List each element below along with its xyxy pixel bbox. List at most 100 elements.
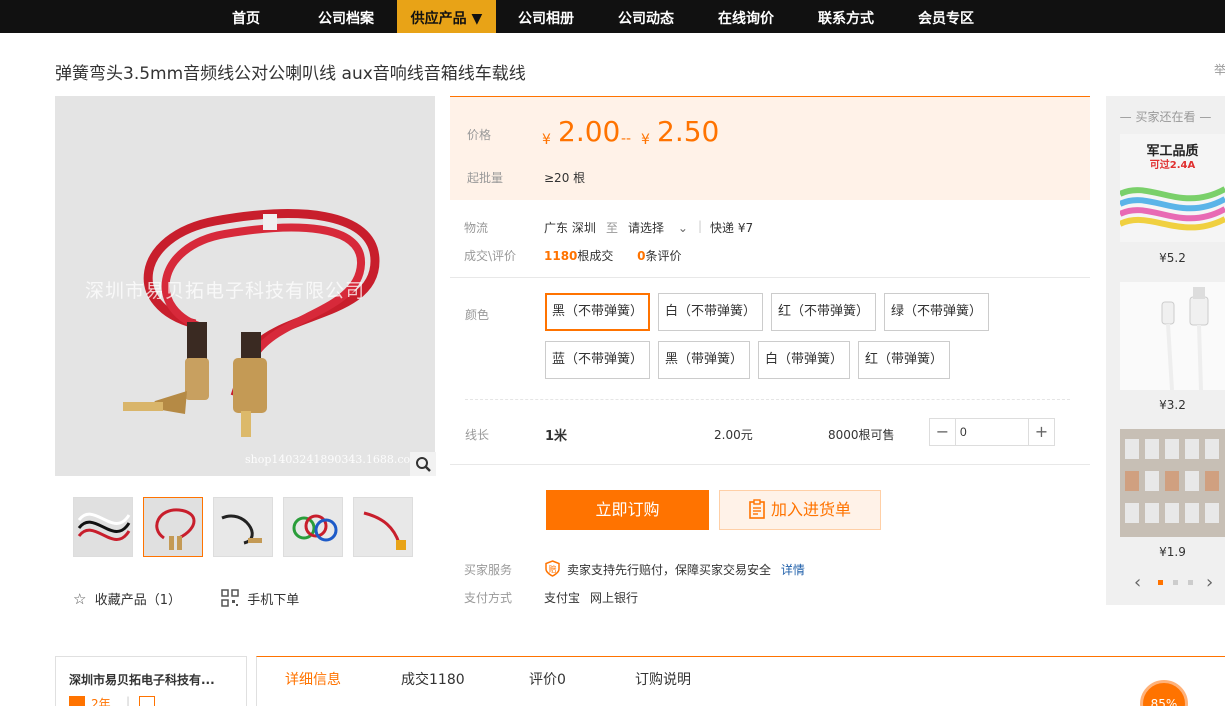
nav-news[interactable]: 公司动态 <box>606 0 686 33</box>
nav-products[interactable]: 供应产品 ▼ <box>397 0 496 33</box>
shop-code-watermark: shop1403241890343.1688.com <box>245 453 421 466</box>
side-title-text: 买家还在看 <box>1135 110 1196 124</box>
add-to-cart-label: 加入进货单 <box>770 500 851 519</box>
length-stock: 8000根可售 <box>828 428 895 442</box>
tab-transactions[interactable]: 成交1180 <box>401 669 465 689</box>
cables-image <box>1120 186 1225 231</box>
company-divider: | <box>126 695 131 706</box>
deals-count: 1180 <box>544 249 578 263</box>
nav-members[interactable]: 会员专区 <box>906 0 986 33</box>
destination-select-label: 请选择 <box>628 221 665 235</box>
color-option-7[interactable]: 白（带弹簧） <box>758 341 850 379</box>
thumbnail-5[interactable] <box>353 497 413 557</box>
payment-alipay: 支付宝 <box>544 591 581 605</box>
color-option-4[interactable]: 绿（不带弹簧） <box>884 293 989 331</box>
carousel-dot[interactable] <box>1173 580 1178 585</box>
service-text: 卖家支持先行赔付，保障买家交易安全 <box>567 563 772 577</box>
price-low: 2.00 <box>558 115 621 148</box>
nav-inquiry[interactable]: 在线询价 <box>706 0 786 33</box>
moq-label: 起批量 <box>467 171 504 185</box>
company-years: 2年 <box>91 697 111 706</box>
currency-symbol-low: ¥ <box>542 132 551 148</box>
nav-home[interactable]: 首页 <box>216 0 276 33</box>
detail-tabs: 详细信息 成交1180 评价0 订购说明 <box>256 656 1225 706</box>
color-option-8[interactable]: 红（带弹簧） <box>858 341 950 379</box>
trust-badge-icon <box>69 696 85 706</box>
length-value: 1米 <box>545 429 568 444</box>
chevron-left-icon[interactable]: ‹ <box>1134 572 1141 593</box>
price-high: 2.50 <box>657 115 720 148</box>
side-product-3[interactable] <box>1120 429 1225 537</box>
tab-order-notes[interactable]: 订购说明 <box>635 669 691 689</box>
color-option-2[interactable]: 白（不带弹簧） <box>658 293 763 331</box>
price-dash: -- <box>621 131 632 147</box>
service-label: 买家服务 <box>464 563 513 577</box>
main-product-image[interactable]: 深圳市易贝拓电子科技有限公司 shop1403241890343.1688.co… <box>55 96 435 476</box>
nav-album[interactable]: 公司相册 <box>506 0 586 33</box>
reviews-unit[interactable]: 条评价 <box>645 249 681 263</box>
top-nav: 首页 公司档案 供应产品 ▼ 公司相册 公司动态 在线询价 联系方式 会员专区 <box>0 0 1225 33</box>
payment-bank: 网上银行 <box>590 591 639 605</box>
logistics-divider: | <box>698 219 703 233</box>
company-name[interactable]: 深圳市易贝拓电子科技有... <box>69 671 215 688</box>
tab-reviews[interactable]: 评价0 <box>529 669 566 689</box>
decrease-button[interactable]: − <box>930 419 956 445</box>
product-title: 弹簧弯头3.5mm音频线公对公喇叭线 aux音响线音箱线车载线 <box>55 64 526 84</box>
report-link[interactable]: 举 <box>1214 61 1225 78</box>
company-card: 深圳市易贝拓电子科技有... 2年 | <box>55 656 247 706</box>
quantity-input[interactable] <box>960 422 1026 442</box>
side-product-2[interactable] <box>1120 282 1225 390</box>
nav-contact[interactable]: 联系方式 <box>806 0 886 33</box>
deals-info: 1180根成交 0条评价 <box>544 247 681 264</box>
side-price-3: ¥1.9 <box>1159 545 1186 559</box>
price-panel: 价格 ¥ 2.00 -- ¥ 2.50 起批量 ≥20 根 <box>450 96 1090 200</box>
service-detail-link[interactable]: 详情 <box>781 563 805 577</box>
mobile-order[interactable]: 手机下单 <box>221 589 299 611</box>
clipboard-icon <box>749 495 765 533</box>
color-option-1[interactable]: 黑（不带弹簧） <box>545 293 650 331</box>
chevron-down-icon: ⌄ <box>677 221 688 235</box>
color-option-6[interactable]: 黑（带弹簧） <box>658 341 750 379</box>
thumbnail-3[interactable] <box>213 497 273 557</box>
favorite-product[interactable]: ☆ 收藏产品（1） <box>73 589 181 608</box>
side-title: — 买家还在看 — <box>1119 110 1212 124</box>
qrcode-icon <box>221 589 239 611</box>
quantity-stepper: − + <box>929 418 1055 446</box>
image-watermark: 深圳市易贝拓电子科技有限公司 <box>85 280 366 302</box>
favorite-label: 收藏产品（1） <box>94 593 181 608</box>
deals-count-unit: 根成交 <box>577 249 614 263</box>
nav-company-profile[interactable]: 公司档案 <box>306 0 386 33</box>
divider <box>450 277 1090 278</box>
side-price-2: ¥3.2 <box>1159 398 1186 412</box>
side-recommendations: — 买家还在看 — 军工品质 可过2.4A ¥5.2 ¥3.2 ¥1.9 ‹ › <box>1106 96 1225 605</box>
moq-value: ≥20 根 <box>544 171 586 185</box>
zoom-icon[interactable] <box>410 452 436 476</box>
currency-symbol-high: ¥ <box>641 132 650 148</box>
tab-details[interactable]: 详细信息 <box>285 669 341 689</box>
thumbnail-4[interactable] <box>283 497 343 557</box>
increase-button[interactable]: + <box>1028 419 1054 445</box>
svg-text:赔: 赔 <box>549 564 557 574</box>
shield-icon: 赔 <box>544 560 561 580</box>
mobile-order-label: 手机下单 <box>247 593 300 608</box>
chevron-right-icon[interactable]: › <box>1206 572 1213 593</box>
thumbnail-1[interactable] <box>73 497 133 557</box>
usb-cable-image <box>1161 287 1209 390</box>
logistics-to: 至 <box>606 221 619 235</box>
logistics-origin: 广东 深圳 <box>544 221 596 235</box>
color-option-5[interactable]: 蓝（不带弹簧） <box>545 341 650 379</box>
star-icon: ☆ <box>73 590 87 608</box>
color-label: 颜色 <box>465 308 490 322</box>
side-product-1[interactable]: 军工品质 可过2.4A <box>1120 134 1225 242</box>
add-to-cart-button[interactable]: 加入进货单 <box>719 490 881 530</box>
service-info: 赔 卖家支持先行赔付，保障买家交易安全 详情 <box>544 560 805 580</box>
price-label: 价格 <box>467 128 492 142</box>
destination-select[interactable]: 请选择 ⌄ <box>628 219 688 236</box>
carousel-dot[interactable] <box>1188 580 1193 585</box>
carousel-dot-active[interactable] <box>1158 580 1163 585</box>
divider <box>450 464 1090 465</box>
deals-label: 成交\评价 <box>464 249 517 263</box>
order-now-button[interactable]: 立即订购 <box>546 490 709 530</box>
thumbnail-2[interactable] <box>143 497 203 557</box>
color-option-3[interactable]: 红（不带弹簧） <box>771 293 876 331</box>
